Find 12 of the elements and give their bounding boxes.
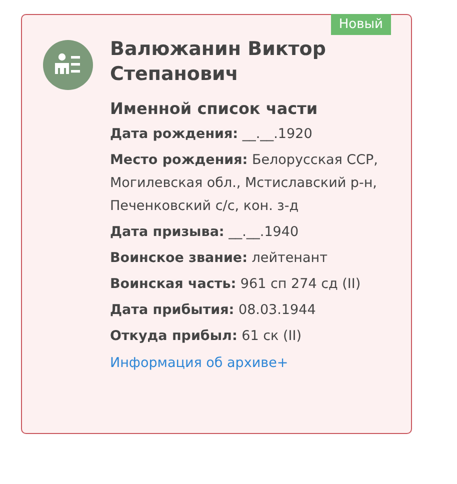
- field-text: Откуда прибыл: 61 ск (II): [110, 327, 302, 346]
- person-list-icon: [43, 40, 93, 90]
- new-badge: Новый: [330, 14, 391, 35]
- field-text: Дата рождения: __.__.1920: [110, 125, 314, 144]
- field-text: Воинская часть: 961 сп 274 сд (II): [110, 275, 362, 294]
- source-title: Именной список части: [110, 98, 319, 120]
- field-text: Воинское звание: лейтенант: [110, 249, 328, 268]
- archive-info-link[interactable]: Информация об архиве+: [110, 352, 288, 375]
- field-text: Место рождения: Белорусская ССР, Могилевская обл., Мстиславский р-н, Печенковский с/с, кон. з-д: [110, 151, 379, 216]
- person-name: Валюжанин Виктор Степанович: [110, 37, 327, 87]
- field-text: Дата прибытия: 08.03.1944: [110, 301, 317, 320]
- field-text: Дата призыва: __.__.1940: [110, 223, 300, 242]
